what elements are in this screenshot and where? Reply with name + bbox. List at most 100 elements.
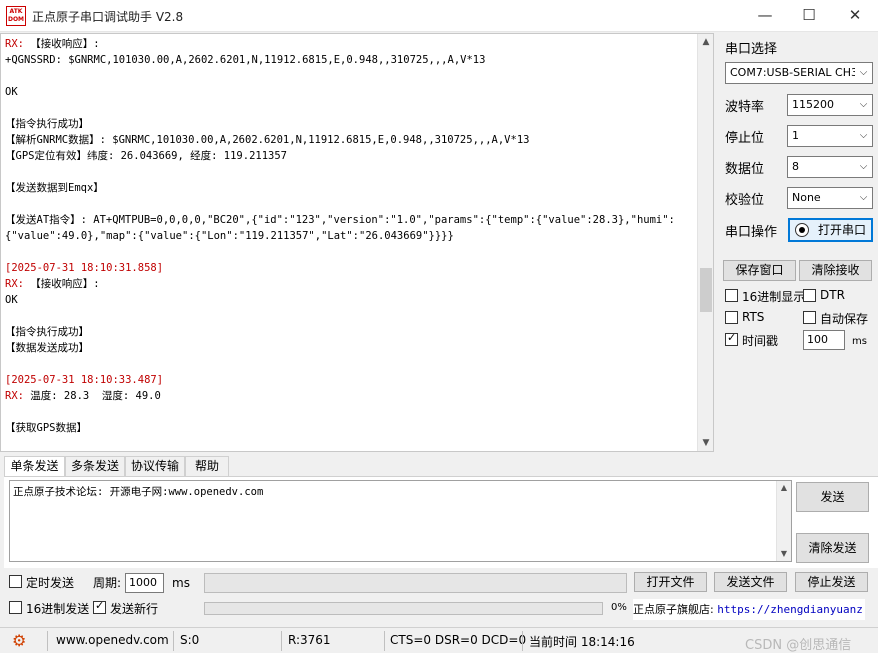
chevron-down-icon: ⌵ — [855, 95, 872, 115]
parity-value: None — [792, 191, 821, 204]
receive-line: RX: 【接收响应】: — [5, 36, 695, 52]
window-title: 正点原子串口调试助手 V2.8 — [32, 10, 184, 24]
receive-scrollbar[interactable]: ▲ ▼ — [697, 34, 713, 451]
send-textbox[interactable]: 正点原子技术论坛: 开源电子网:www.openedv.com ▲ ▼ — [9, 480, 792, 562]
period-input[interactable]: 1000 — [125, 573, 164, 593]
data-bits-label: 数据位 — [725, 162, 765, 177]
timestamp-interval-input[interactable]: 100 — [803, 330, 845, 350]
stop-send-button[interactable]: 停止发送 — [795, 572, 868, 592]
stop-bits-select[interactable]: 1 ⌵ — [787, 125, 873, 147]
baud-label: 波特率 — [725, 100, 765, 115]
receive-line-text: +QGNSSRD: $GNRMC,101030.00,A,2602.6201,N… — [5, 54, 486, 66]
auto-save-checkbox[interactable] — [803, 311, 816, 324]
chevron-down-icon: ⌵ — [855, 63, 872, 83]
save-window-button[interactable]: 保存窗口 — [723, 260, 796, 281]
chevron-down-icon: ⌵ — [855, 157, 872, 177]
timed-send-label: 定时发送 — [26, 576, 75, 590]
flagship-store-url[interactable]: https://zhengdianyuanz — [717, 603, 863, 616]
baud-select[interactable]: 115200 ⌵ — [787, 94, 873, 116]
port-select-value: COM7:USB-SERIAL CH340 — [730, 66, 873, 79]
receive-line — [5, 100, 695, 116]
gear-icon[interactable]: ⚙ — [12, 631, 26, 650]
scroll-up-icon[interactable]: ▲ — [698, 34, 713, 50]
data-bits-value: 8 — [792, 160, 799, 173]
rx-prefix: RX: — [5, 38, 24, 50]
send-file-button[interactable]: 发送文件 — [714, 572, 787, 592]
receive-line-text: 【指令执行成功】 — [5, 326, 89, 338]
timestamp-checkbox[interactable] — [725, 331, 738, 346]
close-button[interactable]: ✕ — [832, 0, 878, 32]
hex-display-checkbox[interactable] — [725, 289, 738, 302]
receive-line: 【指令执行成功】 — [5, 116, 695, 132]
stop-bits-label: 停止位 — [725, 131, 765, 146]
tab-protocol[interactable]: 协议传输 — [125, 456, 185, 476]
scroll-up-icon[interactable]: ▲ — [777, 481, 791, 495]
receive-line-text: OK — [5, 86, 18, 98]
maximize-button[interactable]: ☐ — [786, 0, 832, 32]
flagship-store-label: 正点原子旗舰店: — [633, 603, 714, 616]
timestamp-unit-label: ms — [852, 336, 867, 347]
receive-line-text: 【接收响应】: — [23, 278, 100, 290]
receive-line-text: 【获取GPS数据】 — [5, 422, 87, 434]
open-port-button[interactable]: 打开串口 — [788, 218, 873, 242]
receive-line: +QGNSSRD: $GNRMC,101030.00,A,2602.6201,N… — [5, 52, 695, 68]
receive-line: OK — [5, 292, 695, 308]
receive-line-text: 【解析GNRMC数据】: $GNRMC,101030.00,A,2602.620… — [5, 134, 530, 146]
receive-line: RX: 【接收响应】: — [5, 276, 695, 292]
title-bar: ATK DOM 正点原子串口调试助手 V2.8 — ☐ ✕ — [0, 0, 878, 32]
scroll-thumb[interactable] — [700, 268, 712, 313]
receive-timestamp-line: [2025-07-31 18:10:31.858] — [5, 262, 164, 274]
status-sent-count: S:0 — [180, 633, 200, 647]
rts-label: RTS — [742, 310, 765, 324]
port-select[interactable]: COM7:USB-SERIAL CH340 ⌵ — [725, 62, 873, 84]
receive-line: 【解析GNRMC数据】: $GNRMC,101030.00,A,2602.620… — [5, 132, 695, 148]
file-path-field[interactable] — [204, 573, 627, 593]
status-divider — [47, 631, 48, 651]
open-file-button[interactable]: 打开文件 — [634, 572, 707, 592]
receive-line — [5, 196, 695, 212]
port-select-label: 串口选择 — [725, 42, 778, 57]
tab-multi-send[interactable]: 多条发送 — [65, 456, 125, 476]
scroll-down-icon[interactable]: ▼ — [777, 547, 791, 561]
clear-receive-button[interactable]: 清除接收 — [799, 260, 872, 281]
timestamp-label: 时间戳 — [742, 334, 779, 348]
receive-line-text: {"value":49.0},"map":{"value":{"Lon":"11… — [5, 230, 454, 242]
receive-line-text: 【GPS定位有效】纬度: 26.043669, 经度: 119.211357 — [5, 150, 288, 162]
status-divider — [384, 631, 385, 651]
send-scrollbar[interactable]: ▲ ▼ — [776, 481, 791, 561]
watermark: CSDN @创思通信 — [745, 638, 852, 653]
scroll-down-icon[interactable]: ▼ — [698, 435, 713, 451]
send-newline-checkbox[interactable] — [93, 599, 106, 614]
parity-select[interactable]: None ⌵ — [787, 187, 873, 209]
radio-icon — [795, 223, 809, 237]
status-current-time: 当前时间 18:14:16 — [529, 635, 635, 649]
receive-line — [5, 68, 695, 84]
hex-send-label: 16进制发送 — [26, 602, 90, 616]
dtr-checkbox[interactable] — [803, 289, 816, 302]
rx-prefix: RX: — [5, 278, 24, 290]
receive-line-text: 【发送AT指令】: AT+QMTPUB=0,0,0,0,"BC20",{"id"… — [5, 214, 675, 226]
send-progress-text: 0% — [611, 602, 627, 613]
receive-area[interactable]: RX: 【接收响应】: +QGNSSRD: $GNRMC,101030.00,A,… — [0, 33, 714, 452]
receive-timestamp-line: [2025-07-31 18:10:33.487] — [5, 374, 164, 386]
tab-single-send[interactable]: 单条发送 — [4, 456, 65, 477]
send-newline-label: 发送新行 — [110, 602, 159, 616]
chevron-down-icon: ⌵ — [855, 126, 872, 146]
hex-display-label: 16进制显示 — [742, 290, 806, 304]
hex-send-checkbox[interactable] — [9, 601, 22, 614]
status-modem-lines: CTS=0 DSR=0 DCD=0 — [390, 633, 527, 647]
receive-line: RX: 温度: 28.3 湿度: 49.0 — [5, 388, 695, 404]
flagship-store-link[interactable]: 正点原子旗舰店: https://zhengdianyuanz — [633, 599, 865, 620]
tab-help[interactable]: 帮助 — [185, 456, 229, 476]
send-button[interactable]: 发送 — [796, 482, 869, 512]
dtr-label: DTR — [820, 288, 845, 302]
clear-send-button[interactable]: 清除发送 — [796, 533, 869, 563]
app-logo-icon: ATK DOM — [6, 6, 26, 26]
rts-checkbox[interactable] — [725, 311, 738, 324]
timed-send-checkbox[interactable] — [9, 575, 22, 588]
receive-line — [5, 164, 695, 180]
receive-line: 【获取GPS数据】 — [5, 420, 695, 436]
send-text: 正点原子技术论坛: 开源电子网:www.openedv.com — [13, 486, 264, 498]
minimize-button[interactable]: — — [742, 0, 788, 32]
data-bits-select[interactable]: 8 ⌵ — [787, 156, 873, 178]
